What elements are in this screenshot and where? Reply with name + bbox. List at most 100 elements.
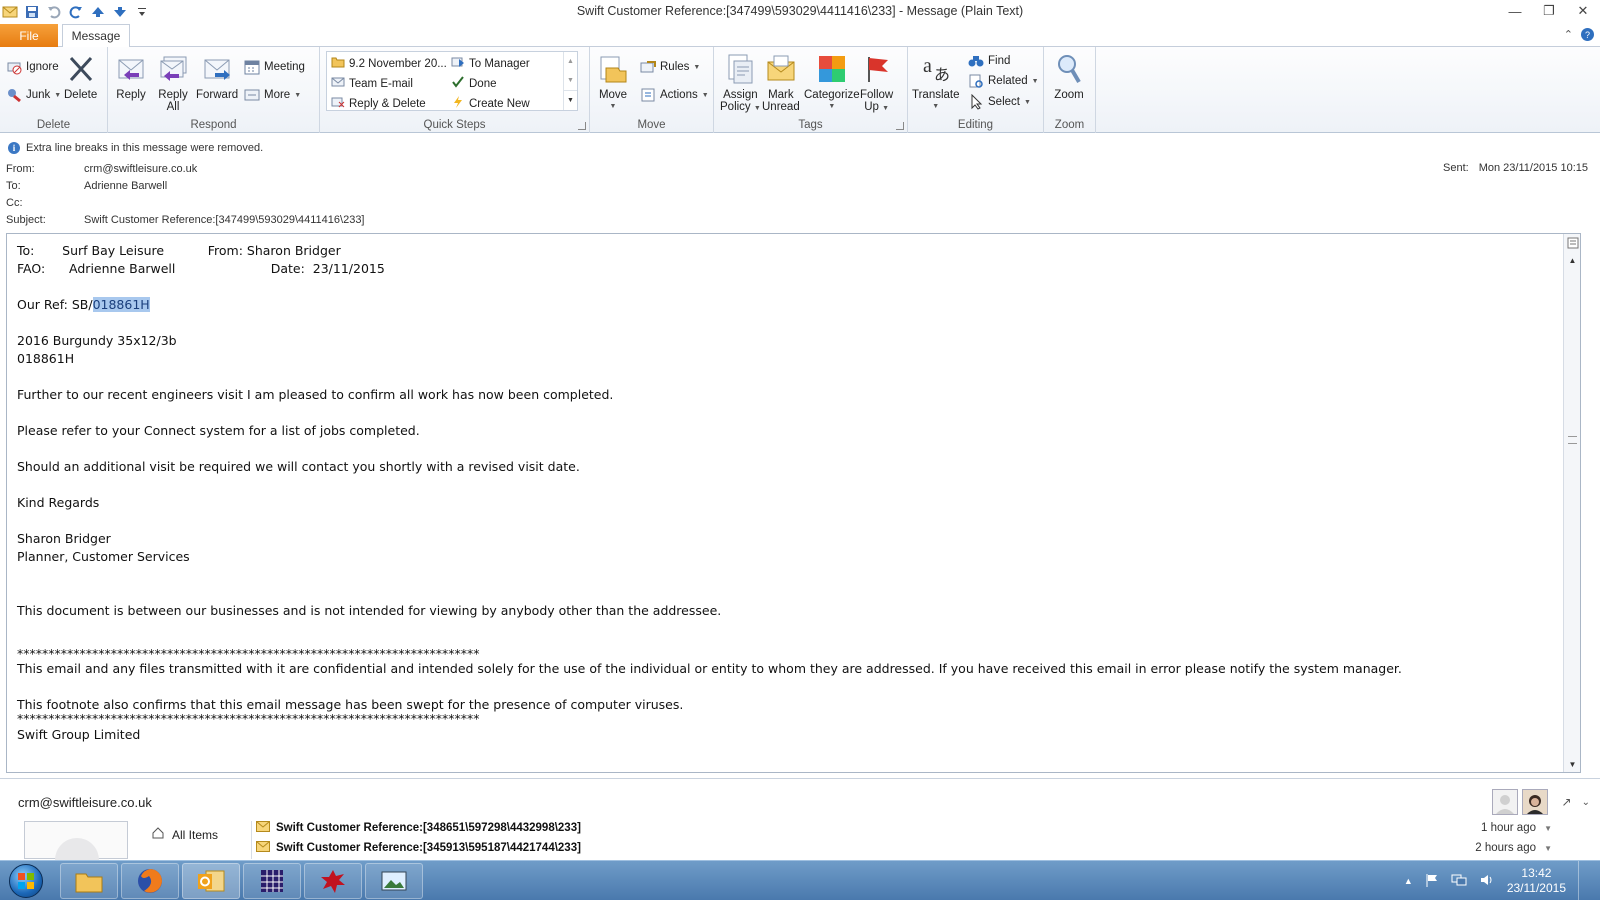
quick-step-item[interactable]: 9.2 November 20... <box>331 56 447 71</box>
contact-photo[interactable] <box>1521 789 1548 815</box>
minimize-icon[interactable]: — <box>1498 0 1532 22</box>
collapse-pane-icon[interactable]: ⌄ <box>1582 797 1590 808</box>
body-line: FAO: Adrienne Barwell Date: 23/11/2015 <box>17 261 385 276</box>
quick-step-item[interactable]: Team E-mail <box>331 76 413 91</box>
list-item[interactable]: Swift Customer Reference:[345913\595187\… <box>256 839 1576 857</box>
junk-icon <box>6 87 22 103</box>
scroll-down-icon[interactable]: ▼ <box>1564 756 1580 772</box>
select-button[interactable]: Select ▼ <box>968 93 1031 111</box>
move-group-label: Move <box>637 119 666 131</box>
scroll-up-icon[interactable]: ▲ <box>1564 252 1580 268</box>
follow-up-button[interactable]: Follow Up ▼ <box>860 52 893 115</box>
delete-group-label: Delete <box>36 119 71 131</box>
info-icon: i <box>8 142 20 154</box>
quick-step-item[interactable]: To Manager <box>451 56 530 71</box>
chevron-down-icon: ▼ <box>701 91 709 99</box>
volume-icon[interactable] <box>1479 873 1495 890</box>
meeting-button[interactable]: Meeting <box>244 58 305 76</box>
outlook-taskbar-icon[interactable] <box>182 863 240 899</box>
reply-delete-icon <box>331 96 345 111</box>
explorer-taskbar-icon[interactable] <box>60 863 118 899</box>
flag-icon <box>862 52 892 86</box>
rules-button[interactable]: Rules ▼ <box>640 58 700 76</box>
categorize-icon <box>817 52 847 86</box>
more-button[interactable]: More ▼ <box>244 86 301 104</box>
dialog-launcher-icon[interactable] <box>896 122 904 130</box>
tab-file[interactable]: File <box>0 24 58 47</box>
expand-icon[interactable]: ↗ <box>1562 795 1572 809</box>
reply-all-icon <box>158 52 188 86</box>
delete-button[interactable]: Delete <box>64 52 97 101</box>
vertical-scrollbar[interactable]: ▲ ▼ <box>1563 234 1580 772</box>
people-pane-nav: All Items <box>146 821 252 859</box>
nav-all-items[interactable]: All Items <box>152 827 218 842</box>
action-center-flag-icon[interactable] <box>1425 873 1439 890</box>
image-viewer-taskbar-icon[interactable] <box>365 863 423 899</box>
find-button[interactable]: Find <box>968 52 1010 70</box>
actions-icon <box>640 87 656 103</box>
ignore-button[interactable]: Ignore <box>6 58 59 76</box>
subject-value: Swift Customer Reference:[347499\593029\… <box>84 214 365 226</box>
body-line: 2016 Burgundy 35x12/3b <box>17 333 177 348</box>
mark-unread-button[interactable]: Mark Unread <box>762 52 800 113</box>
svg-text:あ: あ <box>934 65 950 84</box>
app-grid-taskbar-icon[interactable] <box>243 863 301 899</box>
message-header: i Extra line breaks in this message were… <box>0 134 1600 232</box>
chevron-down-icon[interactable]: ▼ <box>1544 824 1552 833</box>
contact-placeholder-icon[interactable] <box>1491 789 1518 815</box>
chevron-down-icon[interactable]: ▼ <box>1544 844 1552 853</box>
tab-message[interactable]: Message <box>62 24 130 48</box>
scroll-up-icon[interactable]: ▲ <box>564 52 577 71</box>
related-button[interactable]: Related ▼ <box>968 72 1039 90</box>
from-value[interactable]: crm@swiftleisure.co.uk <box>84 163 197 175</box>
quick-step-item[interactable]: Done <box>451 76 497 91</box>
actions-button[interactable]: Actions ▼ <box>640 86 709 104</box>
zoom-button[interactable]: Zoom <box>1054 52 1084 101</box>
dialog-launcher-icon[interactable] <box>578 122 586 130</box>
scroll-down-icon[interactable]: ▼ <box>564 71 577 90</box>
show-hidden-icons-icon[interactable]: ▲ <box>1404 876 1413 886</box>
people-pane-email[interactable]: crm@swiftleisure.co.uk <box>18 795 152 810</box>
body-line: ****************************************… <box>17 711 480 726</box>
message-body-text: To: Surf Bay Leisure From: Sharon Bridge… <box>17 242 1402 744</box>
tags-group-label: Tags <box>798 119 823 131</box>
network-icon[interactable] <box>1451 873 1467 890</box>
help-icon[interactable]: ? <box>1581 28 1594 41</box>
move-button[interactable]: Move ▼ <box>598 52 628 113</box>
page-view-icon[interactable] <box>1564 234 1580 252</box>
sent-value: Mon 23/11/2015 10:15 <box>1478 162 1588 174</box>
to-value[interactable]: Adrienne Barwell <box>84 180 167 192</box>
delete-icon <box>66 52 96 86</box>
paint-splash-taskbar-icon[interactable] <box>304 863 362 899</box>
start-button[interactable] <box>4 863 48 899</box>
body-line: 018861H <box>17 351 75 366</box>
message-body[interactable]: To: Surf Bay Leisure From: Sharon Bridge… <box>6 233 1581 773</box>
forward-button[interactable]: Forward <box>196 52 238 101</box>
show-desktop-button[interactable] <box>1578 861 1590 900</box>
close-icon[interactable]: ✕ <box>1566 0 1600 22</box>
info-bar[interactable]: i Extra line breaks in this message were… <box>8 142 263 154</box>
firefox-taskbar-icon[interactable] <box>121 863 179 899</box>
clock[interactable]: 13:42 23/11/2015 <box>1507 866 1566 896</box>
quick-steps-scroll[interactable]: ▲ ▼ ▼ <box>563 52 577 110</box>
minimize-ribbon-icon[interactable]: ⌃ <box>1564 28 1573 41</box>
svg-text:a: a <box>923 55 932 77</box>
forward-icon <box>202 52 232 86</box>
reply-all-button[interactable]: Reply All <box>158 52 188 113</box>
body-line: ****************************************… <box>17 646 480 661</box>
selected-text: 018861H <box>92 297 150 312</box>
list-item[interactable]: Swift Customer Reference:[348651\597298\… <box>256 819 1576 837</box>
categorize-button[interactable]: Categorize ▼ <box>804 52 860 113</box>
assign-policy-button[interactable]: Assign Policy ▼ <box>720 52 761 115</box>
envelope-icon <box>256 821 270 835</box>
quick-step-item[interactable]: Reply & Delete <box>331 96 426 111</box>
translate-button[interactable]: aあ Translate ▼ <box>912 52 960 113</box>
scroll-thumb[interactable] <box>1568 436 1577 444</box>
expand-gallery-icon[interactable]: ▼ <box>564 90 577 109</box>
restore-icon[interactable]: ❐ <box>1532 0 1566 22</box>
reply-button[interactable]: Reply <box>116 52 146 101</box>
folder-move-icon <box>331 56 345 71</box>
quick-step-item[interactable]: Create New <box>451 96 530 111</box>
body-line: This document is between our businesses … <box>17 603 722 618</box>
junk-button[interactable]: Junk ▼ <box>6 86 61 104</box>
